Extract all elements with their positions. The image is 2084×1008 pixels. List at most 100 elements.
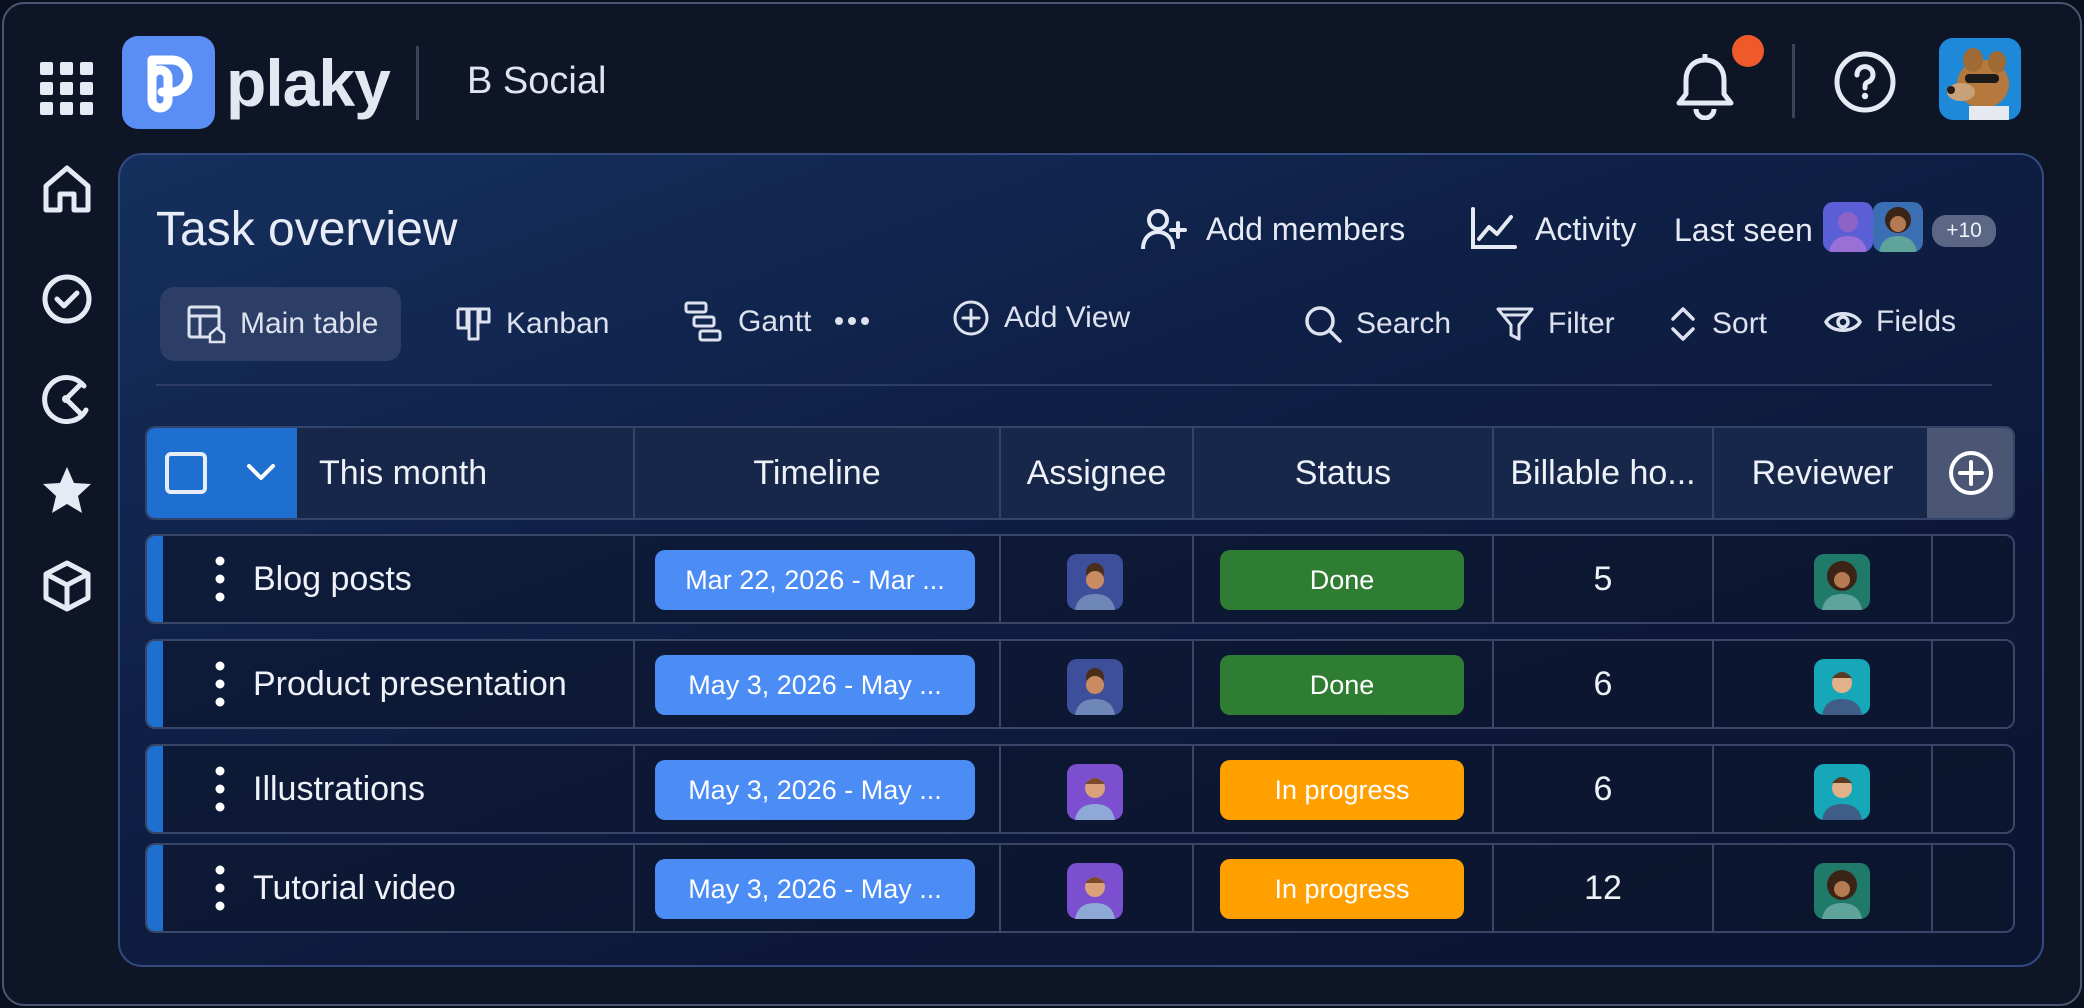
status-badge[interactable]: Done xyxy=(1220,550,1464,610)
fields-button[interactable]: Fields xyxy=(1824,302,1956,342)
assignee-cell[interactable] xyxy=(999,536,1192,622)
column-header-assignee[interactable]: Assignee xyxy=(999,428,1192,518)
select-all-checkbox[interactable] xyxy=(165,452,207,494)
more-vertical-icon[interactable] xyxy=(215,661,225,707)
search-button[interactable]: Search xyxy=(1304,304,1451,344)
timeline-cell[interactable]: May 3, 2026 - May ... xyxy=(633,845,999,931)
group-title[interactable]: This month xyxy=(297,428,633,518)
timeline-pill[interactable]: Mar 22, 2026 - Mar ... xyxy=(655,550,975,610)
assignee-cell[interactable] xyxy=(999,641,1192,727)
billable-hours-cell[interactable]: 6 xyxy=(1492,641,1712,727)
table-row[interactable]: Product presentation May 3, 2026 - May .… xyxy=(145,639,2015,729)
column-header-status[interactable]: Status xyxy=(1192,428,1492,518)
tab-main-table[interactable]: Main table xyxy=(160,287,401,361)
assignee-avatar[interactable] xyxy=(1067,659,1123,715)
column-header-reviewer[interactable]: Reviewer xyxy=(1712,428,1931,518)
workspace-name[interactable]: B Social xyxy=(467,56,606,106)
reviewer-cell[interactable] xyxy=(1712,641,1931,727)
notification-dot xyxy=(1732,35,1764,67)
item-name[interactable]: Illustrations xyxy=(253,746,425,832)
timeline-cell[interactable]: Mar 22, 2026 - Mar ... xyxy=(633,536,999,622)
assignee-avatar[interactable] xyxy=(1067,863,1123,919)
column-header-timeline[interactable]: Timeline xyxy=(633,428,999,518)
last-seen-avatar[interactable] xyxy=(1823,202,1873,252)
more-viewers-badge[interactable]: +10 xyxy=(1932,215,1996,247)
apps-grid-icon[interactable] xyxy=(40,62,94,116)
item-name[interactable]: Blog posts xyxy=(253,536,412,622)
timeline-pill[interactable]: May 3, 2026 - May ... xyxy=(655,760,975,820)
check-circle-icon[interactable] xyxy=(40,272,94,326)
reviewer-cell[interactable] xyxy=(1712,845,1931,931)
item-name-cell[interactable]: Illustrations xyxy=(163,746,509,832)
table-row[interactable]: Blog posts Mar 22, 2026 - Mar ... Done 5 xyxy=(145,534,2015,624)
assignee-cell[interactable] xyxy=(999,746,1192,832)
table-row[interactable]: Illustrations May 3, 2026 - May ... In p… xyxy=(145,744,2015,834)
person-avatar-icon xyxy=(1873,202,1923,252)
add-user-icon xyxy=(1141,209,1187,250)
reviewer-avatar[interactable] xyxy=(1814,863,1870,919)
cube-icon[interactable] xyxy=(40,559,94,613)
billable-hours-cell[interactable]: 12 xyxy=(1492,845,1712,931)
tab-gantt[interactable]: Gantt xyxy=(684,300,811,344)
dog-avatar-icon xyxy=(1939,38,2021,120)
assignee-cell[interactable] xyxy=(999,845,1192,931)
status-badge[interactable]: In progress xyxy=(1220,760,1464,820)
item-name[interactable]: Product presentation xyxy=(253,641,567,727)
person-avatar-icon xyxy=(1814,659,1870,715)
more-views-icon[interactable] xyxy=(834,316,870,326)
brand-name: plaky xyxy=(226,46,391,120)
status-badge[interactable]: In progress xyxy=(1220,859,1464,919)
user-avatar[interactable] xyxy=(1939,38,2021,120)
table-row[interactable]: Tutorial video May 3, 2026 - May ... In … xyxy=(145,843,2015,933)
add-members-button[interactable]: Add members xyxy=(1140,207,1405,251)
column-header-billable-hours[interactable]: Billable ho... xyxy=(1492,428,1712,518)
gantt-icon xyxy=(684,301,722,342)
activity-button[interactable]: Activity xyxy=(1469,207,1636,251)
status-badge[interactable]: Done xyxy=(1220,655,1464,715)
time-tracking-icon[interactable] xyxy=(40,372,94,426)
more-vertical-icon[interactable] xyxy=(215,556,225,602)
more-vertical-icon[interactable] xyxy=(215,865,225,911)
reviewer-avatar[interactable] xyxy=(1814,554,1870,610)
assignee-avatar[interactable] xyxy=(1067,554,1123,610)
home-icon[interactable] xyxy=(40,162,94,216)
board-title: Task overview xyxy=(156,203,458,256)
eye-icon xyxy=(1824,312,1862,332)
item-name-cell[interactable]: Product presentation xyxy=(163,641,567,727)
chevron-down-icon[interactable] xyxy=(245,458,277,488)
empty-cell xyxy=(1931,746,2013,832)
timeline-cell[interactable]: May 3, 2026 - May ... xyxy=(633,641,999,727)
assignee-avatar[interactable] xyxy=(1067,764,1123,820)
star-icon[interactable] xyxy=(40,464,94,518)
bell-icon[interactable] xyxy=(1674,54,1736,120)
sort-button[interactable]: Sort xyxy=(1668,304,1767,344)
timeline-pill[interactable]: May 3, 2026 - May ... xyxy=(655,859,975,919)
last-seen-avatar[interactable] xyxy=(1873,202,1923,252)
reviewer-cell[interactable] xyxy=(1712,536,1931,622)
add-column-button[interactable] xyxy=(1927,428,2013,518)
status-cell[interactable]: In progress xyxy=(1192,746,1492,832)
item-name-cell[interactable]: Tutorial video xyxy=(163,845,509,931)
status-cell[interactable]: In progress xyxy=(1192,845,1492,931)
billable-hours-cell[interactable]: 6 xyxy=(1492,746,1712,832)
filter-button[interactable]: Filter xyxy=(1496,304,1615,344)
person-avatar-icon xyxy=(1067,659,1123,715)
billable-hours-cell[interactable]: 5 xyxy=(1492,536,1712,622)
status-cell[interactable]: Done xyxy=(1192,641,1492,727)
table-header: This month Timeline Assignee Status Bill… xyxy=(145,426,2015,520)
timeline-cell[interactable]: May 3, 2026 - May ... xyxy=(633,746,999,832)
status-cell[interactable]: Done xyxy=(1192,536,1492,622)
reviewer-cell[interactable] xyxy=(1712,746,1931,832)
item-name[interactable]: Tutorial video xyxy=(253,845,456,931)
reviewer-avatar[interactable] xyxy=(1814,659,1870,715)
help-icon[interactable] xyxy=(1833,50,1897,114)
more-vertical-icon[interactable] xyxy=(215,766,225,812)
timeline-pill[interactable]: May 3, 2026 - May ... xyxy=(655,655,975,715)
plaky-logo[interactable] xyxy=(122,36,215,129)
reviewer-avatar[interactable] xyxy=(1814,764,1870,820)
add-view-button[interactable]: Add View xyxy=(952,298,1130,338)
item-name-cell[interactable]: Blog posts xyxy=(163,536,509,622)
tab-kanban[interactable]: Kanban xyxy=(456,304,609,344)
sort-label: Sort xyxy=(1712,307,1768,340)
divider xyxy=(1792,44,1795,118)
